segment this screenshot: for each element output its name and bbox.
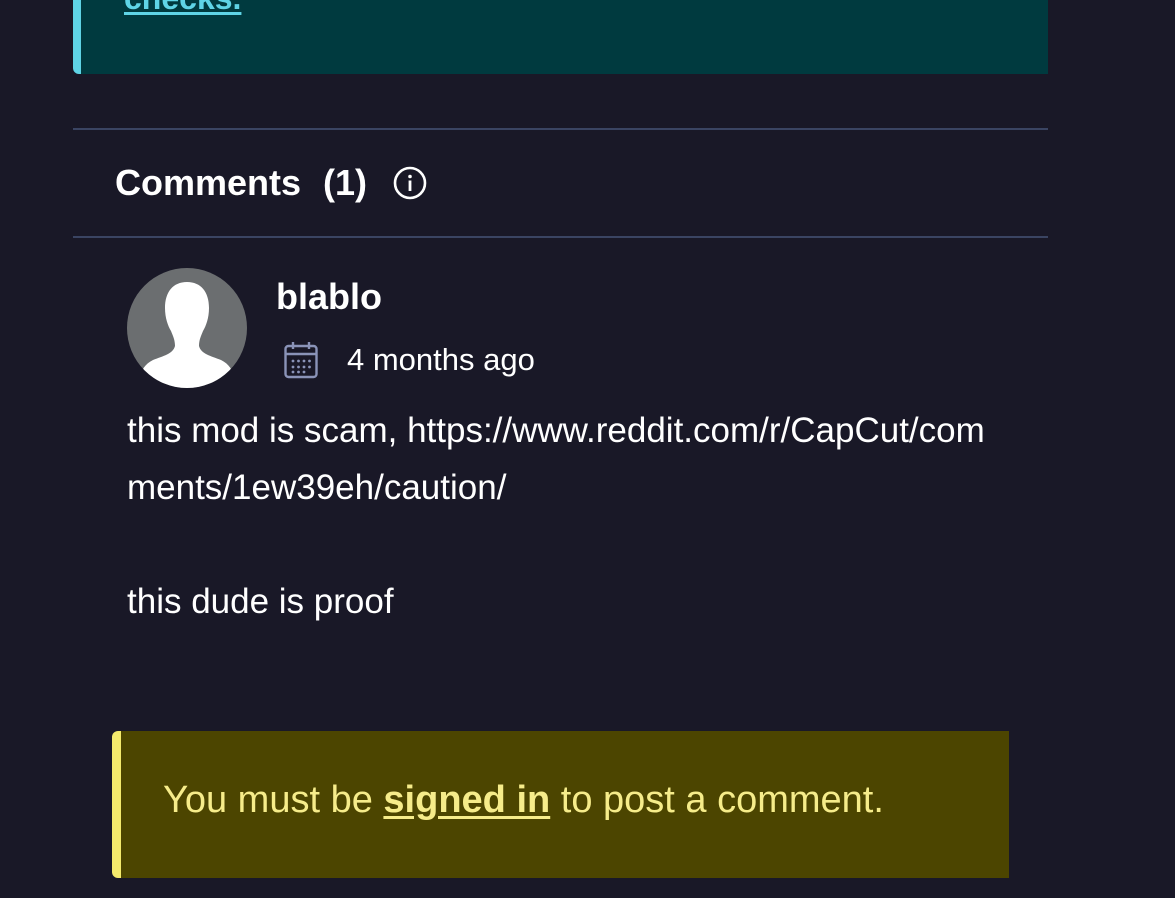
signin-notice-text: You must be signed in to post a comment. [163,779,884,822]
comment-username[interactable]: blablo [276,276,382,318]
comments-bottom-divider [73,236,1048,238]
comments-title: Comments [115,162,302,203]
top-notice: checks. [73,0,1048,74]
calendar-icon [283,340,319,380]
signin-notice: You must be signed in to post a comment. [112,731,1009,878]
comment-timestamp: 4 months ago [347,342,535,377]
signin-link[interactable]: signed in [383,779,550,821]
default-user-avatar-icon[interactable] [127,268,247,388]
comments-count: (1) [323,162,368,203]
comment-meta: 4 months ago [283,340,535,380]
comments-header: Comments (1) [115,158,427,208]
comment-body: this mod is scam, https://www.reddit.com… [127,411,985,621]
page: checks. Comments (1) blablo [0,0,1175,898]
checks-link[interactable]: checks. [124,0,241,17]
signin-prefix: You must be [163,779,384,821]
info-circle-icon[interactable] [393,166,427,200]
comments-top-divider [73,128,1048,130]
signin-suffix: to post a comment. [550,779,884,821]
